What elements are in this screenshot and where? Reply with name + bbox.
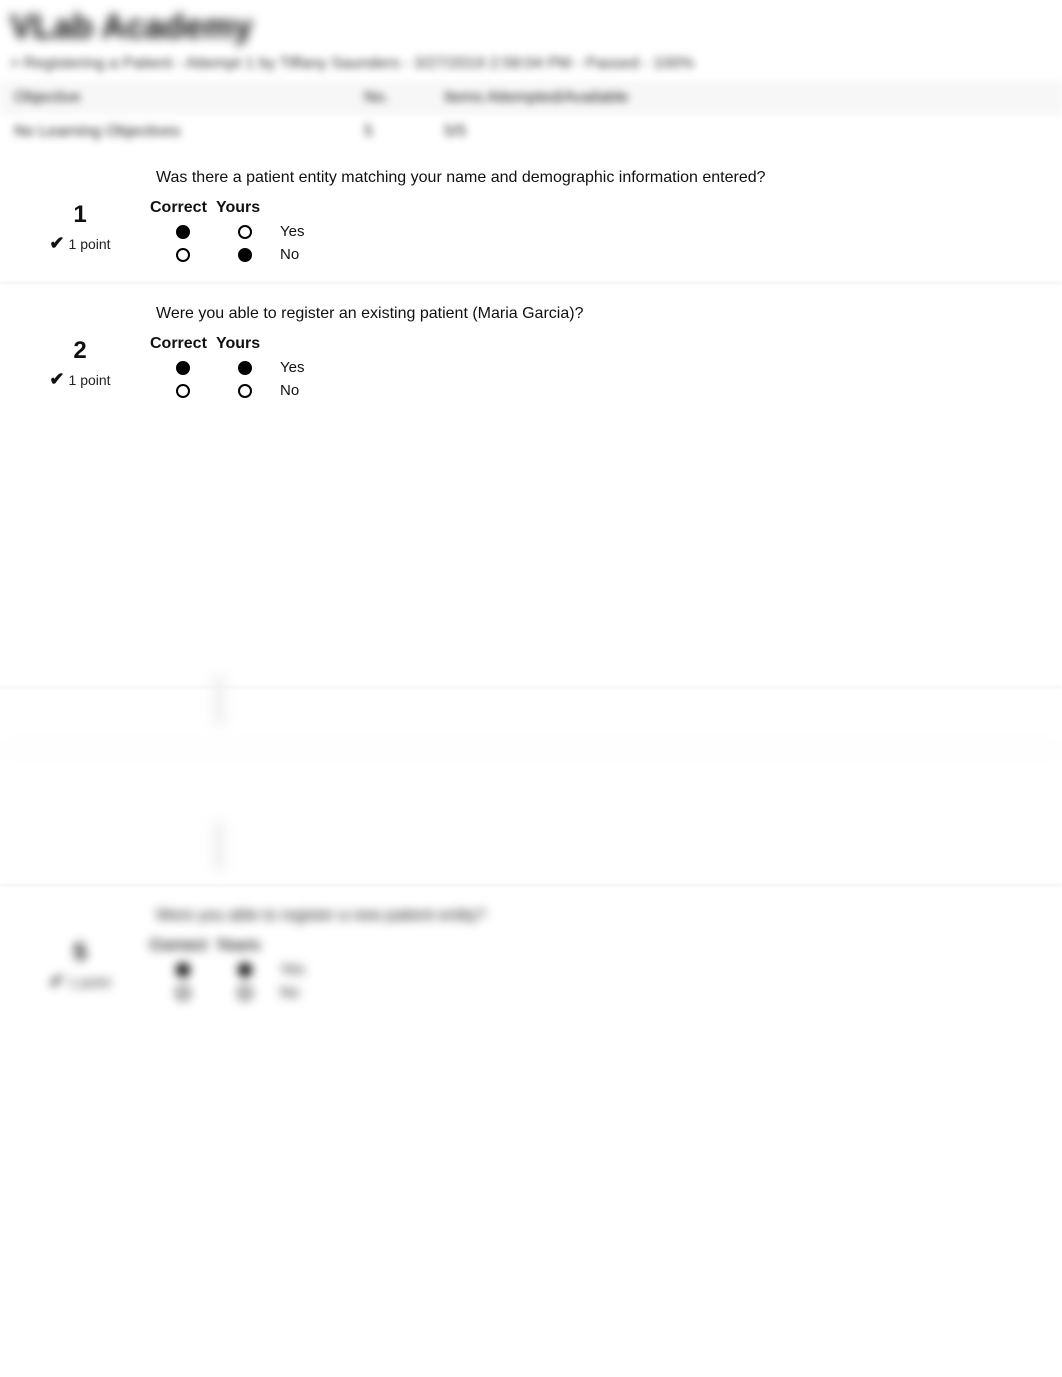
question-2: Were you able to register an existing pa…	[0, 295, 1062, 415]
question-number: 1	[10, 201, 150, 229]
summary-col1-val: No Learning Objectives	[14, 123, 364, 141]
answer-label-yes: Yes	[274, 961, 304, 978]
answer-row-no: No	[150, 382, 304, 399]
answer-table: Correct Yours Yes No	[150, 937, 304, 1001]
question-number: 5	[10, 939, 150, 967]
answer-table: Correct Yours Yes No	[150, 199, 304, 263]
question-points: ✔ 1 point	[49, 369, 110, 390]
question-points: ✔ 1 point	[49, 233, 110, 254]
summary-col2-head: No.	[364, 89, 444, 107]
question-text: Was there a patient entity matching your…	[0, 159, 1062, 199]
check-icon: ✔	[49, 971, 64, 992]
divider	[0, 883, 1062, 887]
answer-label-no: No	[274, 382, 299, 399]
answer-table: Correct Yours Yes No	[150, 335, 304, 399]
question-number-col: 5 ✔ 1 point	[10, 937, 150, 992]
col-yours-head: Yours	[216, 937, 274, 955]
radio-yours-no	[238, 986, 252, 1000]
page-title: VLab Academy	[10, 8, 1052, 47]
blurred-region-2	[0, 615, 1062, 745]
col-correct-head: Correct	[150, 937, 216, 955]
question-number-col: 1 ✔ 1 point	[10, 199, 150, 254]
question-number-col: 2 ✔ 1 point	[10, 335, 150, 390]
check-icon: ✔	[49, 369, 64, 390]
radio-correct-no	[176, 384, 190, 398]
breadcrumb: > Registering a Patient - Attempt 1 by T…	[0, 51, 1062, 81]
answer-row-yes: Yes	[150, 961, 304, 978]
radio-correct-yes	[176, 963, 190, 977]
col-correct-head: Correct	[150, 335, 216, 353]
summary-col3-head: Items Attempted/Available	[444, 89, 1048, 107]
radio-yours-yes	[238, 225, 252, 239]
radio-yours-no	[238, 384, 252, 398]
divider	[0, 281, 1062, 285]
summary-col3-val: 5/5	[444, 123, 1048, 141]
answer-row-yes: Yes	[150, 223, 304, 240]
answer-label-yes: Yes	[274, 359, 304, 376]
answer-row-yes: Yes	[150, 359, 304, 376]
question-5: Were you able to register a new patient …	[0, 897, 1062, 1017]
points-label: 1 point	[69, 372, 111, 388]
summary-body: No Learning Objectives 5 5/5	[0, 115, 1062, 149]
radio-correct-yes	[176, 361, 190, 375]
question-number: 2	[10, 337, 150, 365]
blurred-region-1	[0, 415, 1062, 615]
answer-label-no: No	[274, 246, 299, 263]
col-yours-head: Yours	[216, 335, 274, 353]
radio-correct-yes	[176, 225, 190, 239]
question-points: ✔ 1 point	[49, 971, 110, 992]
check-icon: ✔	[49, 233, 64, 254]
answer-row-no: No	[150, 984, 304, 1001]
summary-col1-head: Objective	[14, 89, 364, 107]
col-correct-head: Correct	[150, 199, 216, 217]
bottom-whitespace	[0, 1017, 1062, 1357]
answer-row-no: No	[150, 246, 304, 263]
summary-header: Objective No. Items Attempted/Available	[0, 81, 1062, 115]
radio-yours-yes	[238, 361, 252, 375]
radio-yours-no	[238, 248, 252, 262]
question-text: Were you able to register an existing pa…	[0, 295, 1062, 335]
radio-correct-no	[176, 248, 190, 262]
summary-col2-val: 5	[364, 123, 444, 141]
points-label: 1 point	[69, 236, 111, 252]
question-1: Was there a patient entity matching your…	[0, 159, 1062, 279]
points-label: 1 point	[69, 974, 111, 990]
blurred-region-3	[0, 751, 1062, 881]
page-header: VLab Academy	[0, 0, 1062, 51]
radio-yours-yes	[238, 963, 252, 977]
col-yours-head: Yours	[216, 199, 274, 217]
radio-correct-no	[176, 986, 190, 1000]
answer-label-yes: Yes	[274, 223, 304, 240]
answer-label-no: No	[274, 984, 299, 1001]
question-text: Were you able to register a new patient …	[0, 897, 1062, 937]
